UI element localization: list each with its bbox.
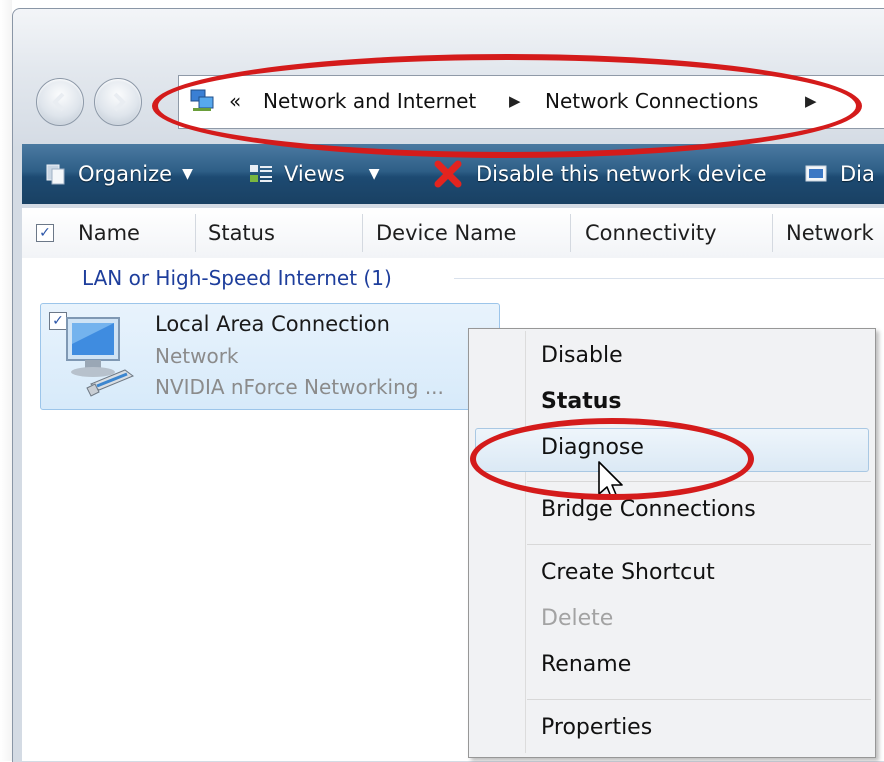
column-divider[interactable] bbox=[772, 214, 773, 252]
forward-button[interactable] bbox=[94, 78, 142, 126]
column-header-name[interactable]: Name bbox=[78, 208, 140, 258]
local-area-connection-item[interactable]: ✓ Local Area Connection Network NVIDIA n… bbox=[40, 303, 500, 410]
column-header-status[interactable]: Status bbox=[208, 208, 275, 258]
menu-separator bbox=[527, 699, 871, 700]
connection-type: Network bbox=[155, 344, 239, 368]
group-header[interactable]: LAN or High-Speed Internet (1) bbox=[82, 266, 392, 290]
disable-device-label: Disable this network device bbox=[476, 162, 767, 186]
select-all-checkbox[interactable]: ✓ bbox=[36, 224, 54, 242]
desktop-edge bbox=[0, 0, 12, 761]
disable-device-button[interactable]: Disable this network device bbox=[432, 158, 767, 190]
diagnose-icon bbox=[805, 165, 827, 182]
views-button[interactable]: Views ▼ bbox=[248, 158, 380, 190]
chevron-down-icon: ▼ bbox=[368, 166, 380, 182]
context-menu: Disable Status Diagnose Bridge Connectio… bbox=[468, 328, 876, 758]
column-divider[interactable] bbox=[195, 214, 196, 252]
column-header-connectivity[interactable]: Connectivity bbox=[585, 208, 717, 258]
annotation-oval-diagnose bbox=[470, 418, 754, 500]
organize-label: Organize bbox=[78, 162, 173, 186]
connection-name: Local Area Connection bbox=[155, 312, 390, 336]
annotation-oval-address bbox=[152, 54, 862, 158]
red-x-icon bbox=[434, 160, 462, 188]
connection-device: NVIDIA nForce Networking ... bbox=[155, 375, 444, 399]
menu-item-delete: Delete bbox=[541, 606, 614, 631]
diagnose-connection-button[interactable]: Dia bbox=[804, 158, 875, 190]
column-header-row: ✓ Name Status Device Name Connectivity N… bbox=[22, 208, 884, 259]
menu-item-disable[interactable]: Disable bbox=[541, 343, 623, 368]
organize-icon bbox=[46, 164, 65, 185]
menu-gutter bbox=[525, 331, 526, 753]
views-icon bbox=[250, 165, 272, 182]
back-arrow-icon bbox=[52, 92, 65, 112]
chevron-down-icon: ▼ bbox=[182, 166, 193, 182]
menu-item-bridge-connections[interactable]: Bridge Connections bbox=[541, 497, 756, 522]
column-divider[interactable] bbox=[362, 214, 363, 252]
organize-button[interactable]: Organize ▼ bbox=[44, 158, 193, 190]
group-divider bbox=[454, 278, 884, 279]
menu-item-rename[interactable]: Rename bbox=[541, 652, 631, 677]
back-button[interactable] bbox=[36, 78, 84, 126]
network-adapter-icon bbox=[66, 317, 135, 397]
diagnose-partial-label: Dia bbox=[840, 162, 875, 186]
column-divider[interactable] bbox=[570, 214, 571, 252]
menu-item-properties[interactable]: Properties bbox=[541, 715, 652, 740]
column-header-device-name[interactable]: Device Name bbox=[376, 208, 516, 258]
menu-item-create-shortcut[interactable]: Create Shortcut bbox=[541, 560, 715, 585]
menu-item-status[interactable]: Status bbox=[541, 389, 621, 414]
column-header-network[interactable]: Network bbox=[786, 208, 874, 258]
views-label: Views bbox=[284, 162, 345, 186]
menu-separator bbox=[527, 544, 871, 545]
forward-arrow-icon bbox=[113, 92, 126, 112]
